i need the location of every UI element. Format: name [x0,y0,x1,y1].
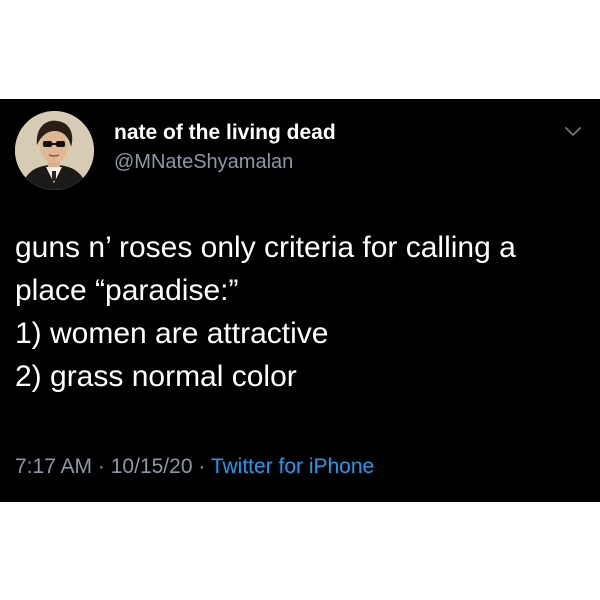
tweet-line: 1) women are attractive [15,317,329,350]
meta-separator: · [198,455,206,478]
tweet-card: nate of the living dead @MNateShyamalan … [0,99,600,502]
tweet-text: guns n’ roses only criteria for calling … [15,226,585,398]
portrait-avatar-icon[interactable] [15,111,94,190]
tweet-line: 2) grass normal color [15,360,297,393]
tweet-line: place “paradise:” [15,274,239,307]
tweet-date[interactable]: 10/15/20 [111,455,193,478]
author-handle[interactable]: @MNateShyamalan [114,151,293,174]
meta-separator: · [97,455,105,478]
author-display-name[interactable]: nate of the living dead [114,121,336,145]
tweet-source-link[interactable]: Twitter for iPhone [211,455,374,478]
tweet-time[interactable]: 7:17 AM [15,455,92,478]
chevron-down-icon[interactable] [561,119,585,143]
tweet-meta: 7:17 AM · 10/15/20 · Twitter for iPhone [15,455,374,479]
tweet-line: guns n’ roses only criteria for calling … [15,231,516,264]
